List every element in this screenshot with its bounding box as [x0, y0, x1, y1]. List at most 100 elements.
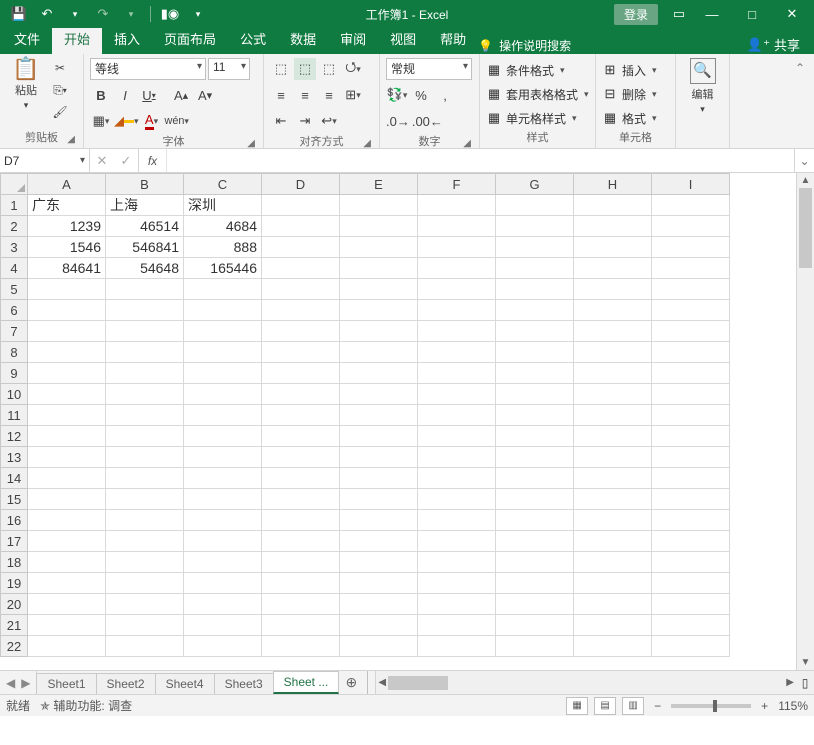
horizontal-scrollbar[interactable]: ◀ ▶ ▯ [375, 671, 814, 694]
borders-button[interactable]: ▦ [90, 110, 112, 132]
cell[interactable] [184, 321, 262, 342]
cell[interactable] [262, 405, 340, 426]
column-header[interactable]: I [652, 174, 730, 195]
cell[interactable] [574, 321, 652, 342]
normal-view-icon[interactable]: ▦ [566, 697, 588, 715]
sheet-tab[interactable]: Sheet4 [155, 673, 215, 694]
insert-cells-button[interactable]: ⊞插入▾ [602, 60, 657, 80]
cell[interactable] [262, 279, 340, 300]
cell[interactable] [340, 405, 418, 426]
tab-data[interactable]: 数据 [278, 24, 328, 54]
cell[interactable] [340, 615, 418, 636]
cell[interactable] [106, 300, 184, 321]
cell[interactable] [184, 342, 262, 363]
cell[interactable] [106, 363, 184, 384]
cell[interactable] [496, 342, 574, 363]
cell[interactable] [184, 279, 262, 300]
column-header[interactable]: B [106, 174, 184, 195]
merge-center-icon[interactable]: ⊞ [342, 84, 364, 106]
cell[interactable] [184, 468, 262, 489]
cell[interactable] [28, 405, 106, 426]
row-header[interactable]: 20 [1, 594, 28, 615]
cell[interactable]: 4684 [184, 216, 262, 237]
cell[interactable] [574, 300, 652, 321]
cell[interactable] [262, 468, 340, 489]
row-header[interactable]: 7 [1, 321, 28, 342]
prev-sheet-icon[interactable]: ◀ [6, 676, 15, 690]
cell[interactable] [496, 384, 574, 405]
bold-button[interactable]: B [90, 84, 112, 106]
cell[interactable] [418, 510, 496, 531]
cell[interactable] [418, 384, 496, 405]
cell[interactable] [28, 342, 106, 363]
minimize-icon[interactable]: — [694, 3, 730, 25]
scroll-thumb[interactable] [388, 676, 448, 690]
save-icon[interactable]: 💾 [8, 3, 30, 25]
cell[interactable] [340, 279, 418, 300]
align-left-icon[interactable]: ≡ [270, 84, 292, 106]
cell[interactable]: 上海 [106, 195, 184, 216]
cell[interactable]: 1546 [28, 237, 106, 258]
column-header[interactable]: H [574, 174, 652, 195]
row-header[interactable]: 8 [1, 342, 28, 363]
cell[interactable] [418, 405, 496, 426]
cell[interactable] [652, 342, 730, 363]
cell[interactable] [262, 195, 340, 216]
column-header[interactable]: E [340, 174, 418, 195]
cell[interactable] [106, 384, 184, 405]
comma-style-icon[interactable]: , [434, 84, 456, 106]
clipboard-dialog-launcher-icon[interactable]: ◢ [67, 134, 75, 145]
cell[interactable] [496, 321, 574, 342]
cell[interactable] [574, 426, 652, 447]
cell[interactable] [652, 405, 730, 426]
paste-button[interactable]: 📋 粘贴 ▾ [6, 58, 46, 111]
row-header[interactable]: 15 [1, 489, 28, 510]
cell[interactable] [262, 489, 340, 510]
insert-function-icon[interactable]: fx [139, 149, 167, 172]
cell[interactable] [574, 510, 652, 531]
cell[interactable] [496, 195, 574, 216]
cell[interactable] [28, 594, 106, 615]
name-box[interactable]: D7 ▾ [0, 149, 90, 172]
cell[interactable] [106, 531, 184, 552]
cell[interactable] [340, 468, 418, 489]
vertical-scrollbar[interactable]: ▲ ▼ [796, 173, 814, 670]
cell[interactable] [652, 363, 730, 384]
cell[interactable] [652, 552, 730, 573]
cell[interactable] [184, 573, 262, 594]
page-layout-view-icon[interactable]: ▤ [594, 697, 616, 715]
cell[interactable] [340, 447, 418, 468]
cell[interactable] [28, 426, 106, 447]
cell[interactable] [574, 384, 652, 405]
cell[interactable] [652, 300, 730, 321]
cell[interactable] [262, 531, 340, 552]
row-header[interactable]: 9 [1, 363, 28, 384]
cell[interactable] [340, 195, 418, 216]
cell[interactable]: 54648 [106, 258, 184, 279]
row-header[interactable]: 6 [1, 300, 28, 321]
column-header[interactable]: G [496, 174, 574, 195]
cancel-formula-icon[interactable]: ✕ [90, 153, 114, 169]
increase-decimal-icon[interactable]: .0→ [386, 110, 410, 132]
cell[interactable] [652, 258, 730, 279]
cell[interactable] [340, 426, 418, 447]
cell[interactable] [106, 426, 184, 447]
align-middle-icon[interactable]: ⬚ [294, 58, 316, 80]
cell[interactable] [184, 489, 262, 510]
cell[interactable] [184, 531, 262, 552]
cell[interactable] [418, 489, 496, 510]
orientation-icon[interactable]: ⭯ [342, 58, 364, 80]
row-header[interactable]: 16 [1, 510, 28, 531]
conditional-formatting-button[interactable]: ▦条件格式▾ [486, 60, 565, 80]
cell[interactable] [574, 363, 652, 384]
align-center-icon[interactable]: ≡ [294, 84, 316, 106]
sheet-tab[interactable]: Sheet ... [273, 671, 340, 694]
column-header[interactable]: F [418, 174, 496, 195]
zoom-in-button[interactable]: + [757, 699, 772, 713]
delete-cells-button[interactable]: ⊟删除▾ [602, 84, 657, 104]
cell[interactable] [184, 510, 262, 531]
cell[interactable] [106, 636, 184, 657]
cell[interactable] [262, 216, 340, 237]
cell[interactable] [418, 552, 496, 573]
cell[interactable] [262, 636, 340, 657]
